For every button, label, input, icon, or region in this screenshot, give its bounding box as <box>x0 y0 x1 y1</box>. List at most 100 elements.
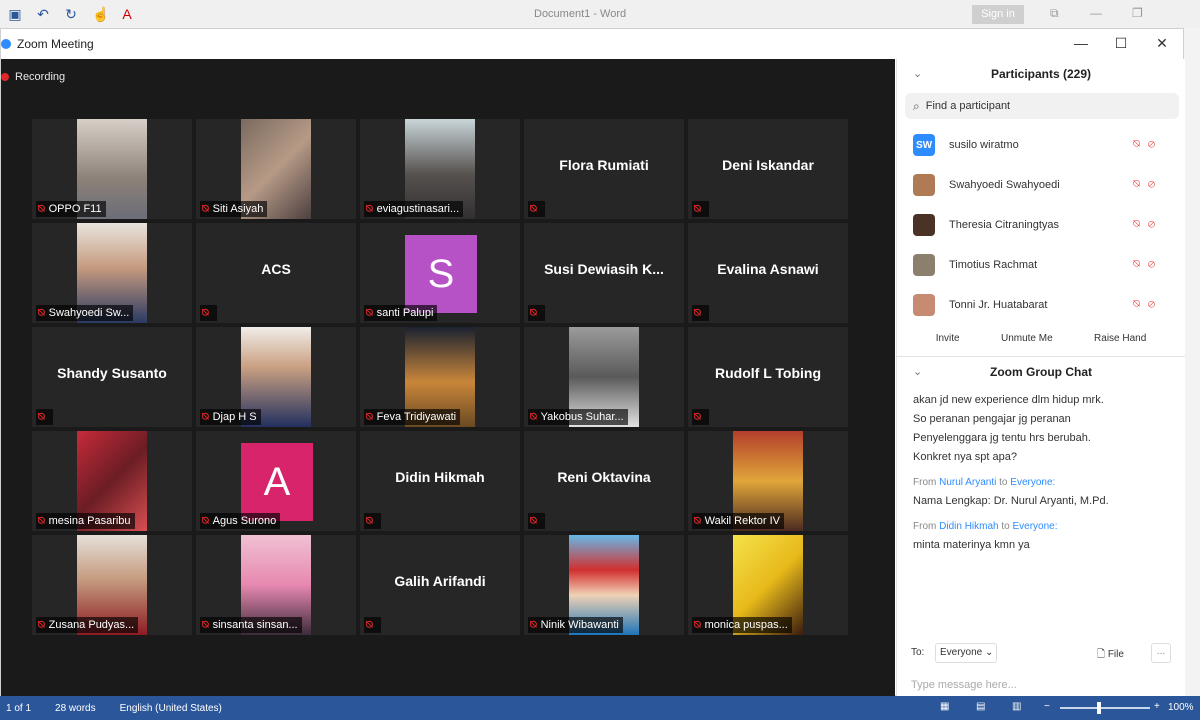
muted-status-icons: ⍉⊘ <box>1133 218 1163 231</box>
minimize-icon[interactable]: — <box>1071 35 1091 51</box>
read-mode-icon[interactable]: ▦ <box>940 701 949 712</box>
zoom-slider-handle[interactable] <box>1097 702 1101 714</box>
tile-display-name: Flora Rumiati <box>559 157 649 173</box>
video-tile[interactable]: ⍉ Ninik Wibawanti <box>524 535 684 635</box>
chat-message-input[interactable]: Type message here... <box>911 679 1017 691</box>
quick-access-toolbar: ▣ ↶ ↻ ☝ A <box>0 6 134 23</box>
web-layout-icon[interactable]: ▥ <box>1012 701 1021 712</box>
muted-mic-icon: ⍉ <box>1133 218 1148 230</box>
video-tile[interactable]: Galih Arifandi ⍉ <box>360 535 520 635</box>
ribbon-display-icon[interactable]: ⧉ <box>1050 6 1059 21</box>
undo-icon[interactable]: ↶ <box>36 6 50 23</box>
unmute-me-button[interactable]: Unmute Me <box>1001 333 1053 344</box>
font-color-icon[interactable]: A <box>120 6 134 23</box>
recording-indicator: Recording <box>1 71 65 83</box>
video-tile[interactable]: ⍉ Yakobus Suhar... <box>524 327 684 427</box>
tile-name-label: ⍉ santi Palupi <box>364 305 438 321</box>
video-tile[interactable]: Evalina Asnawi ⍉ <box>688 223 848 323</box>
muted-mic-icon: ⍉ <box>530 514 537 527</box>
minimize-icon[interactable]: — <box>1090 6 1102 20</box>
chat-line: minta materinya kmn ya <box>913 539 1030 551</box>
participant-name: Swahyoedi Swahyoedi <box>949 179 1060 191</box>
zoom-level[interactable]: 100% <box>1168 702 1194 713</box>
participants-header: ⌄ Participants (229) <box>897 59 1185 89</box>
tile-display-name: Susi Dewiasih K... <box>544 261 664 277</box>
video-tile[interactable]: Deni Iskandar ⍉ <box>688 119 848 219</box>
muted-mic-icon: ⍉ <box>202 202 209 215</box>
zoom-logo-icon <box>1 39 11 49</box>
muted-status-icons: ⍉⊘ <box>1133 138 1163 151</box>
muted-status-icons: ⍉⊘ <box>1133 178 1163 191</box>
raise-hand-button[interactable]: Raise Hand <box>1094 333 1146 344</box>
muted-status-icons: ⍉⊘ <box>1133 298 1163 311</box>
save-icon[interactable]: ▣ <box>8 6 22 23</box>
participant-row[interactable]: SW susilo wiratmo ⍉⊘ <box>897 125 1185 165</box>
video-tile[interactable]: ⍉ monica puspas... <box>688 535 848 635</box>
video-tile[interactable]: Rudolf L Tobing ⍉ <box>688 327 848 427</box>
tile-label-text: Djap H S <box>212 411 257 423</box>
video-tile[interactable]: ACS ⍉ <box>196 223 356 323</box>
video-tile[interactable]: Shandy Susanto ⍉ <box>32 327 192 427</box>
video-tile[interactable]: ⍉ OPPO F11 <box>32 119 192 219</box>
video-tile[interactable]: ⍉ eviagustinasari... <box>360 119 520 219</box>
invite-button[interactable]: Invite <box>936 333 960 344</box>
video-tile[interactable]: A ⍉ Agus Surono <box>196 431 356 531</box>
muted-mic-icon: ⍉ <box>530 306 537 319</box>
video-tile[interactable]: ⍉ Swahyoedi Sw... <box>32 223 192 323</box>
participant-row[interactable]: Theresia Citraningtyas ⍉⊘ <box>897 205 1185 245</box>
restore-icon[interactable]: ❐ <box>1132 6 1143 20</box>
chat-header: ⌄ Zoom Group Chat <box>897 357 1185 387</box>
chat-line: Konkret nya spt apa? <box>913 451 1017 463</box>
video-tile[interactable]: ⍉ Zusana Pudyas... <box>32 535 192 635</box>
zoom-slider[interactable] <box>1060 707 1150 709</box>
close-icon[interactable]: ✕ <box>1152 35 1172 52</box>
chat-sender-link[interactable]: Nurul Aryanti <box>939 477 996 488</box>
chat-recipient-link[interactable]: Everyone: <box>1013 521 1058 532</box>
video-tile[interactable]: ⍉ Siti Asiyah <box>196 119 356 219</box>
video-off-icon: ⊘ <box>1147 138 1163 150</box>
print-layout-icon[interactable]: ▤ <box>976 701 985 712</box>
participant-search-input[interactable]: ⌕ Find a participant <box>905 93 1179 119</box>
tile-label-text: Siti Asiyah <box>212 203 264 215</box>
sign-in-button[interactable]: Sign in <box>972 5 1024 24</box>
recipient-select[interactable]: Everyone ⌄ <box>935 643 997 663</box>
muted-mic-icon: ⍉ <box>366 410 373 423</box>
tile-label-text: OPPO F11 <box>48 203 102 215</box>
page-count[interactable]: 1 of 1 <box>6 703 31 714</box>
chat-recipient-link[interactable]: Everyone: <box>1010 477 1055 488</box>
video-tile[interactable]: ⍉ Feva Tridiyawati <box>360 327 520 427</box>
language[interactable]: English (United States) <box>120 703 222 714</box>
tile-display-name: Evalina Asnawi <box>717 261 819 277</box>
maximize-icon[interactable]: ☐ <box>1111 35 1131 52</box>
video-tile[interactable]: Susi Dewiasih K... ⍉ <box>524 223 684 323</box>
video-tile[interactable]: ⍉ Djap H S <box>196 327 356 427</box>
video-tile[interactable]: Didin Hikmah ⍉ <box>360 431 520 531</box>
tile-name-label: ⍉ eviagustinasari... <box>364 201 464 217</box>
zoom-in-icon[interactable]: + <box>1154 701 1160 712</box>
tile-label-text: Yakobus Suhar... <box>540 411 624 423</box>
tile-name-label: ⍉ Siti Asiyah <box>200 201 268 217</box>
chevron-down-icon: ⌄ <box>985 647 994 658</box>
zoom-out-icon[interactable]: − <box>1044 701 1050 712</box>
video-tile[interactable]: ⍉ mesina Pasaribu <box>32 431 192 531</box>
participant-row[interactable]: Timotius Rachmat ⍉⊘ <box>897 245 1185 285</box>
chat-sender-link[interactable]: Didin Hikmah <box>939 521 998 532</box>
collapse-chevron-icon[interactable]: ⌄ <box>913 59 922 89</box>
video-tile[interactable]: ⍉ sinsanta sinsan... <box>196 535 356 635</box>
video-tile[interactable]: Flora Rumiati ⍉ <box>524 119 684 219</box>
tile-name-label: ⍉ Yakobus Suhar... <box>528 409 628 425</box>
word-count[interactable]: 28 words <box>55 703 96 714</box>
collapse-chevron-icon[interactable]: ⌄ <box>913 357 922 387</box>
recording-label: Recording <box>15 71 66 83</box>
video-tile[interactable]: ⍉ Wakil Rektor IV <box>688 431 848 531</box>
file-button[interactable]: 🗋 File <box>1097 647 1124 664</box>
video-tile[interactable]: Reni Oktavina ⍉ <box>524 431 684 531</box>
muted-mic-icon: ⍉ <box>694 618 701 631</box>
video-tile[interactable]: S ⍉ santi Palupi <box>360 223 520 323</box>
participant-row[interactable]: Tonni Jr. Huatabarat ⍉⊘ <box>897 285 1185 325</box>
more-options-button[interactable]: ... <box>1151 643 1171 663</box>
participant-row[interactable]: Swahyoedi Swahyoedi ⍉⊘ <box>897 165 1185 205</box>
redo-icon[interactable]: ↻ <box>64 6 78 23</box>
touch-mode-icon[interactable]: ☝ <box>92 6 109 23</box>
video-off-icon: ⊘ <box>1147 258 1163 270</box>
